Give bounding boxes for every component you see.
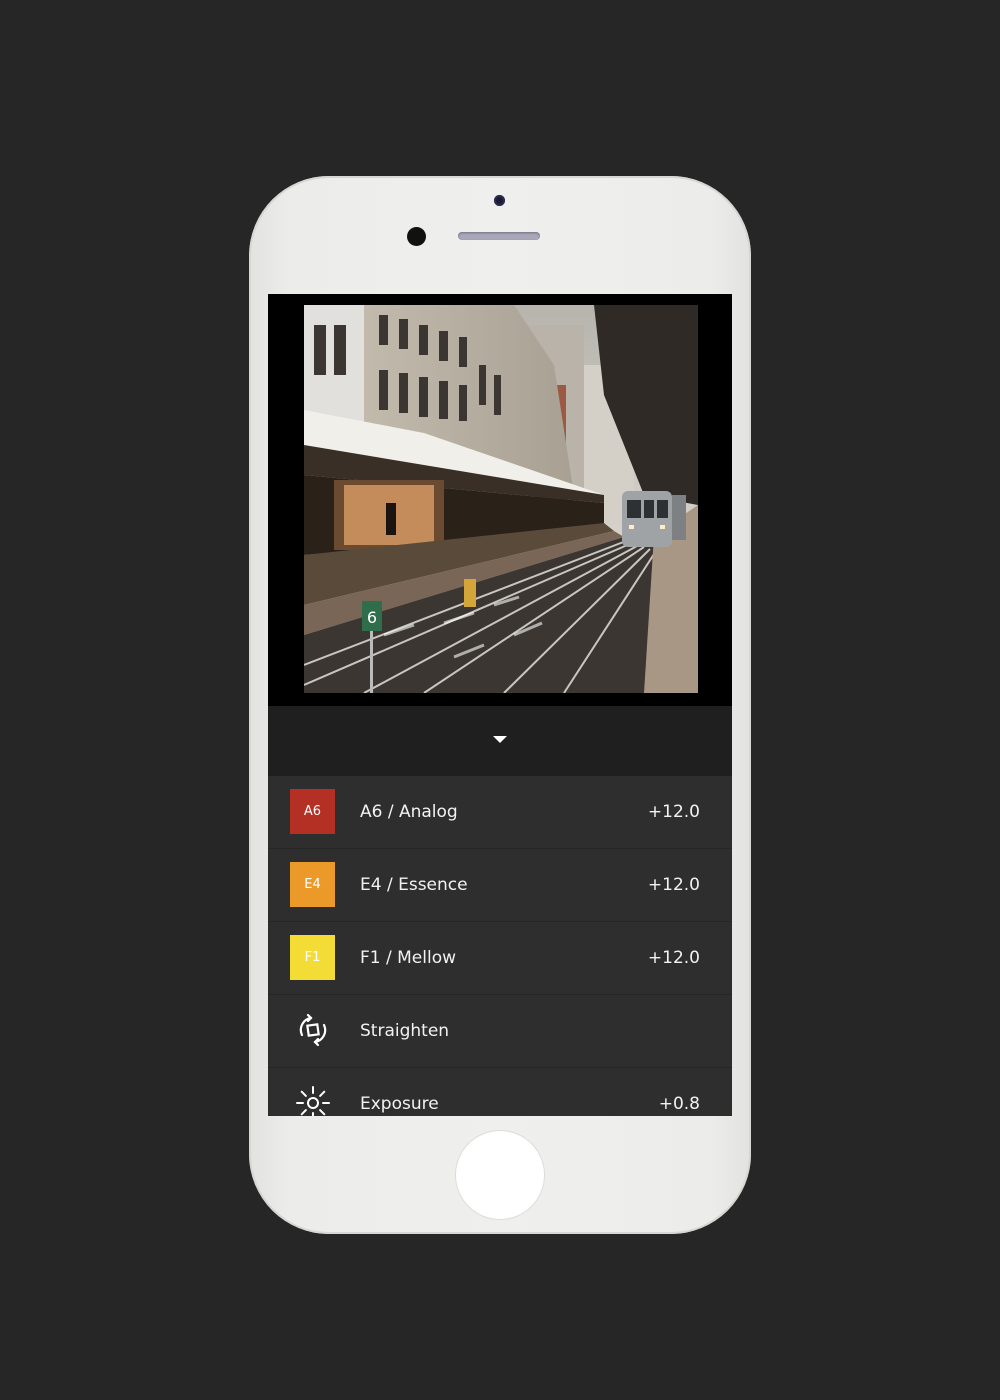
- preset-label: E4 / Essence: [360, 875, 468, 895]
- tool-row-straighten[interactable]: Straighten: [268, 995, 732, 1068]
- svg-text:6: 6: [367, 608, 377, 627]
- preset-row-f1[interactable]: F1 F1 / Mellow +12.0: [268, 922, 732, 995]
- triangle-down-icon: [493, 736, 507, 743]
- preset-value: +12.0: [647, 875, 700, 895]
- preset-swatch-a6: A6: [290, 789, 335, 834]
- tool-row-exposure[interactable]: Exposure +0.8: [268, 1068, 732, 1116]
- tool-label: Exposure: [360, 1094, 439, 1114]
- preset-label: F1 / Mellow: [360, 948, 457, 968]
- preset-row-e4[interactable]: E4 E4 / Essence +12.0: [268, 849, 732, 922]
- photo-canvas[interactable]: 6: [268, 294, 732, 706]
- app-screen: 6 A6 A6 / Analog +12.0 E4 E4 / Essence +…: [268, 294, 732, 1116]
- home-button[interactable]: [456, 1131, 544, 1219]
- speaker-grille-icon: [458, 232, 540, 240]
- adjustment-list: A6 A6 / Analog +12.0 E4 E4 / Essence +12…: [268, 776, 732, 1116]
- collapse-panel-button[interactable]: [268, 706, 732, 776]
- tool-value: +0.8: [658, 1094, 700, 1114]
- preset-label: A6 / Analog: [360, 802, 458, 822]
- preset-row-a6[interactable]: A6 A6 / Analog +12.0: [268, 776, 732, 849]
- preset-swatch-f1: F1: [290, 935, 335, 980]
- proximity-sensor-icon: [407, 227, 426, 246]
- preset-value: +12.0: [647, 802, 700, 822]
- sun-icon: [296, 1086, 330, 1116]
- tool-label: Straighten: [360, 1021, 450, 1041]
- front-camera-icon: [494, 195, 505, 206]
- preset-value: +12.0: [647, 948, 700, 968]
- preset-swatch-e4: E4: [290, 862, 335, 907]
- straighten-icon: [299, 1013, 327, 1047]
- photo-preview: 6: [304, 305, 698, 693]
